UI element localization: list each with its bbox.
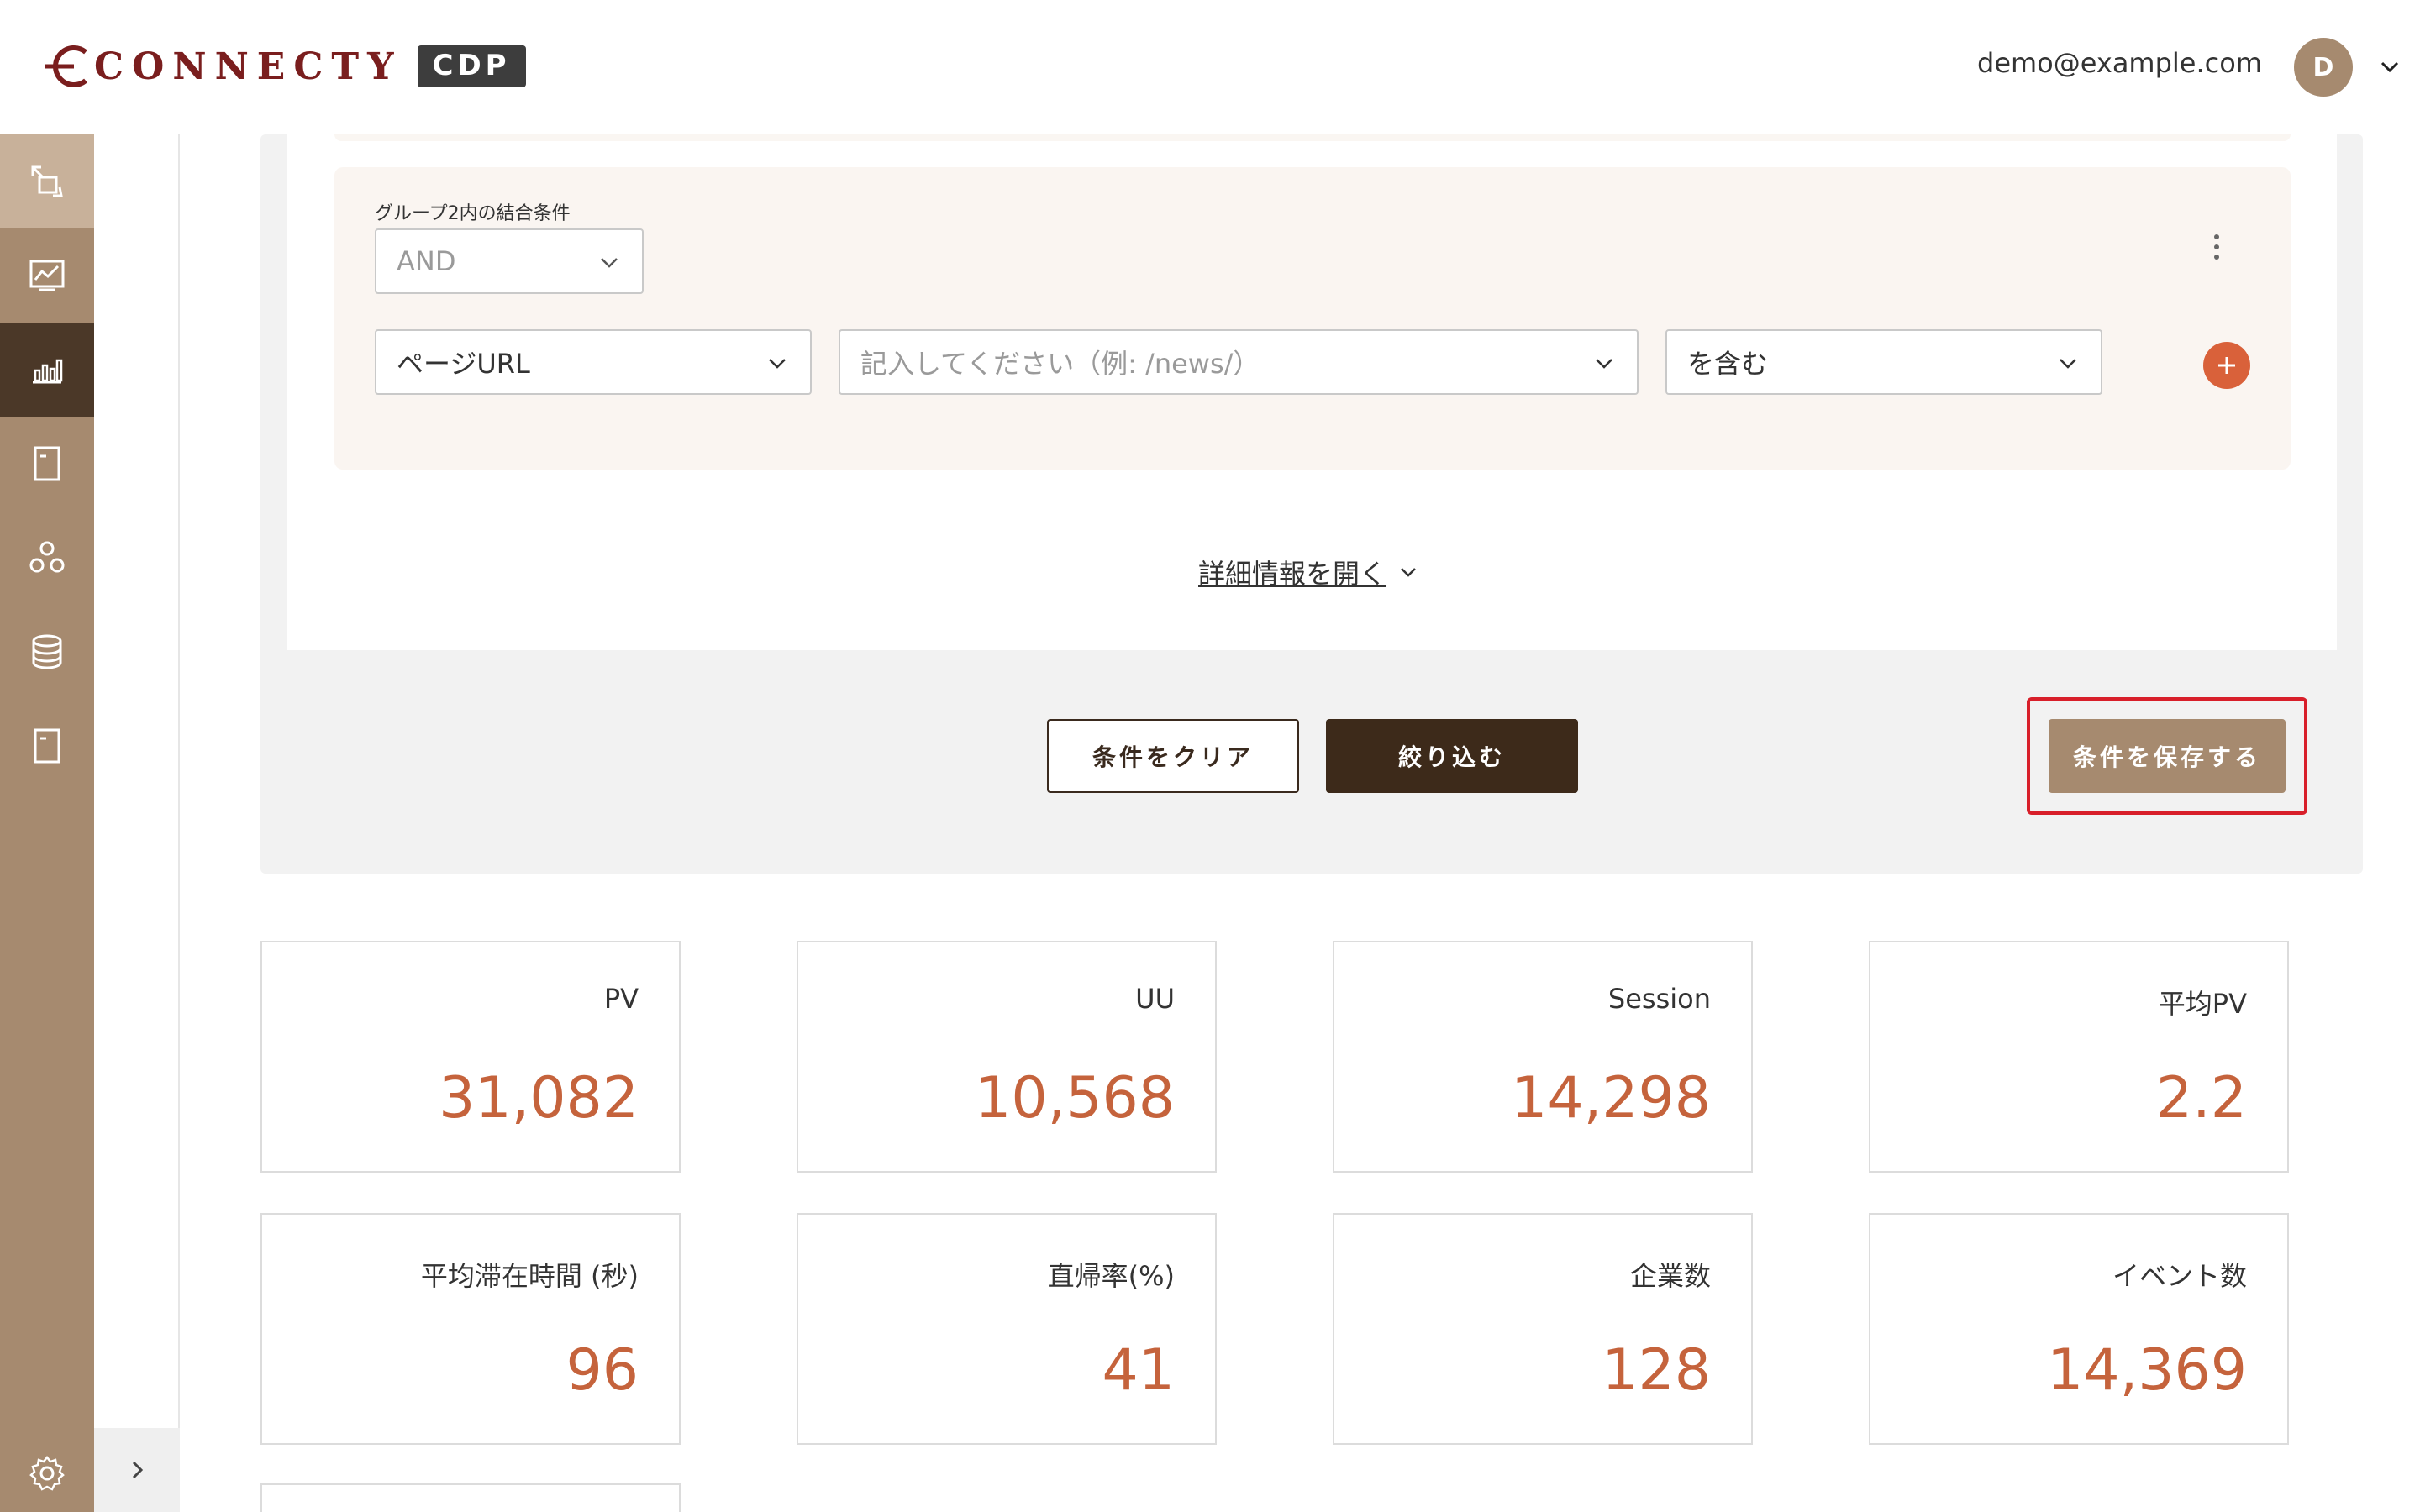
field-select[interactable]: ページURL <box>375 329 812 395</box>
metric-card-session: Session 14,298 <box>1333 941 1753 1173</box>
logo-mark-icon <box>40 44 94 89</box>
metric-card-avg-duration: 平均滞在時間 (秒) 96 <box>260 1213 681 1445</box>
metric-value: 14,298 <box>1511 1065 1711 1131</box>
metric-label: 平均滞在時間 (秒) <box>420 1260 639 1292</box>
plus-icon <box>2218 357 2235 374</box>
monitor-chart-icon <box>29 260 65 291</box>
metric-label: Session <box>1607 983 1711 1015</box>
chevron-right-icon <box>132 1461 144 1479</box>
logo-text: CONNECTY <box>94 45 402 88</box>
bar-chart-icon <box>33 359 63 384</box>
sidebar-expand-button[interactable] <box>94 1428 180 1512</box>
chevron-down-icon <box>1401 568 1416 577</box>
combine-condition-value: AND <box>397 245 456 277</box>
sidebar-item-settings[interactable] <box>0 1426 94 1512</box>
app-header: CONNECTY CDP demo@example.com D <box>0 0 2420 134</box>
gutter-divider <box>178 134 180 1428</box>
metric-card-bounce-rate: 直帰率(%) 41 <box>797 1213 1217 1445</box>
metric-value: 2.2 <box>2155 1065 2247 1131</box>
chevron-down-icon <box>1596 359 1612 369</box>
operator-select[interactable]: を含む <box>1665 329 2102 395</box>
metric-card-companies: 企業数 128 <box>1333 1213 1753 1445</box>
metric-label: 直帰率(%) <box>1047 1260 1175 1292</box>
user-email[interactable]: demo@example.com <box>1977 47 2262 79</box>
metric-value: 128 <box>1602 1337 1711 1404</box>
metric-card-partial <box>260 1483 681 1512</box>
condition-group-2 <box>334 167 2291 470</box>
document-icon <box>34 728 60 764</box>
metric-card-events: イベント数 14,369 <box>1869 1213 2289 1445</box>
metric-card-avg-pv: 平均PV 2.2 <box>1869 941 2289 1173</box>
document-icon <box>34 446 60 481</box>
add-condition-button[interactable] <box>2203 342 2250 389</box>
previous-group <box>334 134 2291 141</box>
url-value-placeholder: 記入してください（例: /news/） <box>860 348 1260 380</box>
metric-value: 41 <box>1102 1337 1175 1404</box>
sidebar <box>0 134 94 1512</box>
apply-filter-button[interactable]: 絞り込む <box>1326 719 1578 793</box>
metric-value: 31,082 <box>439 1065 639 1131</box>
save-conditions-button[interactable]: 条件を保存する <box>2049 719 2286 793</box>
gear-icon <box>29 1455 65 1491</box>
chevron-down-icon <box>601 258 618 268</box>
operator-select-value: を含む <box>1687 348 1769 380</box>
sidebar-item-monitor[interactable] <box>0 228 94 323</box>
sidebar-item-database[interactable] <box>0 605 94 699</box>
metric-card-uu: UU 10,568 <box>797 941 1217 1173</box>
metric-label: 平均PV <box>2158 988 2247 1020</box>
sidebar-item-transfer[interactable] <box>0 134 94 228</box>
logo-badge: CDP <box>417 45 526 87</box>
database-icon <box>32 634 62 669</box>
transfer-icon <box>31 165 63 197</box>
chevron-down-icon <box>769 359 786 369</box>
open-details-link[interactable]: 詳細情報を開く <box>1198 553 1420 591</box>
metric-label: UU <box>1135 983 1175 1015</box>
sidebar-item-analytics[interactable] <box>0 323 94 417</box>
more-options-icon[interactable] <box>2207 230 2227 264</box>
sidebar-item-report[interactable] <box>0 417 94 511</box>
metric-value: 10,568 <box>975 1065 1175 1131</box>
url-value-input[interactable]: 記入してください（例: /news/） <box>839 329 1639 395</box>
combine-condition-select[interactable]: AND <box>375 228 644 294</box>
network-icon <box>29 541 65 573</box>
group-combine-label: グループ2内の結合条件 <box>375 203 571 224</box>
sidebar-item-network[interactable] <box>0 511 94 605</box>
metric-label: PV <box>603 983 639 1015</box>
metric-value: 96 <box>566 1337 639 1404</box>
metric-value: 14,369 <box>2047 1337 2247 1404</box>
field-select-value: ページURL <box>397 348 530 380</box>
clear-conditions-button[interactable]: 条件をクリア <box>1047 719 1299 793</box>
chevron-down-icon <box>2060 359 2076 369</box>
metric-card-pv: PV 31,082 <box>260 941 681 1173</box>
chevron-down-icon[interactable] <box>2376 54 2403 81</box>
sidebar-item-document[interactable] <box>0 699 94 793</box>
metric-label: 企業数 <box>1629 1260 1711 1292</box>
open-details-label: 詳細情報を開く <box>1198 558 1387 590</box>
metric-label: イベント数 <box>2112 1260 2247 1292</box>
app-logo[interactable]: CONNECTY CDP <box>40 44 526 89</box>
avatar[interactable]: D <box>2294 38 2353 97</box>
